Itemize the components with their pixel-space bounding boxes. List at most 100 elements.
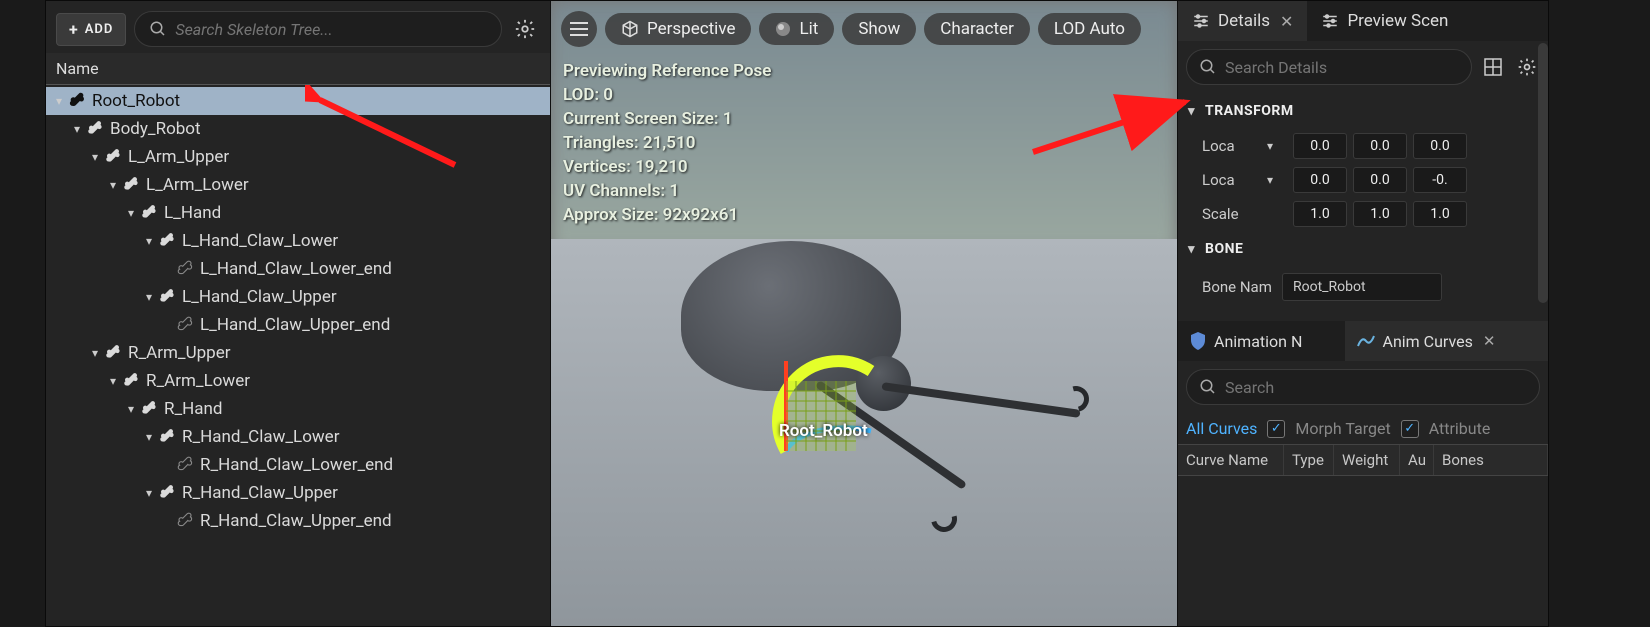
- search-icon: [1199, 378, 1217, 396]
- expander-icon[interactable]: ▾: [88, 150, 102, 164]
- tab-anim-curves-label: Anim Curves: [1383, 332, 1473, 351]
- expander-icon[interactable]: ▾: [106, 178, 120, 192]
- tree-row[interactable]: ▾ L_Hand_Claw_Lower: [46, 227, 550, 255]
- chevron-down-icon[interactable]: ▾: [1267, 173, 1285, 187]
- details-scrollbar[interactable]: [1538, 43, 1548, 303]
- expander-icon[interactable]: ▾: [142, 234, 156, 248]
- tree-row[interactable]: ▾R_Arm_Upper: [46, 339, 550, 367]
- details-search-field[interactable]: [1225, 58, 1459, 77]
- expander-icon[interactable]: ▾: [142, 430, 156, 444]
- tree-row[interactable]: ▾L_Hand_Claw_Upper: [46, 283, 550, 311]
- show-label: Show: [858, 19, 900, 39]
- tree-row[interactable]: ▾Root_Robot: [46, 87, 550, 115]
- bone-tree[interactable]: ▾Root_Robot▾Body_Robot▾L_Arm_Upper▾L_Arm…: [46, 85, 550, 626]
- expander-icon[interactable]: ▾: [70, 122, 84, 136]
- col-weight[interactable]: Weight: [1334, 445, 1400, 475]
- scale-x-field[interactable]: [1293, 201, 1347, 227]
- rotation-row: Loca ▾: [1178, 163, 1548, 197]
- sphere-icon: [775, 21, 791, 37]
- expander-icon[interactable]: ▾: [88, 346, 102, 360]
- tree-row[interactable]: ▾ R_Hand: [46, 395, 550, 423]
- attribute-label: Attribute: [1429, 419, 1491, 438]
- attribute-checkbox[interactable]: ✓: [1401, 420, 1419, 438]
- stat-line: UV Channels: 1: [563, 179, 771, 203]
- tree-row-label: L_Hand_Claw_Lower: [182, 231, 338, 251]
- skeleton-search-field[interactable]: [175, 20, 487, 39]
- character-dropdown[interactable]: Character: [924, 13, 1030, 45]
- close-icon[interactable]: ✕: [1483, 332, 1496, 350]
- tab-preview-scene[interactable]: Preview Scen: [1307, 1, 1462, 41]
- tree-row-label: R_Hand_Claw_Upper_end: [200, 511, 392, 531]
- scale-y-field[interactable]: [1353, 201, 1407, 227]
- viewport[interactable]: Root_Robot Perspective Lit Show Characte…: [551, 1, 1178, 626]
- curves-search-input[interactable]: [1186, 369, 1540, 405]
- rotation-y-field[interactable]: [1353, 167, 1407, 193]
- tree-row-label: R_Hand: [164, 399, 223, 419]
- add-button[interactable]: + ADD: [56, 13, 126, 46]
- expander-icon[interactable]: ▾: [142, 290, 156, 304]
- tree-row[interactable]: L_Hand_Claw_Upper_end: [46, 311, 550, 339]
- viewport-menu-button[interactable]: [561, 11, 597, 47]
- transform-section-header[interactable]: ▾ TRANSFORM: [1178, 93, 1548, 129]
- tree-row-label: R_Arm_Lower: [146, 371, 250, 391]
- tree-row[interactable]: ▾L_Arm_Lower: [46, 171, 550, 199]
- tree-row[interactable]: L_Hand_Claw_Lower_end: [46, 255, 550, 283]
- chevron-down-icon[interactable]: ▾: [1267, 139, 1285, 153]
- expander-icon[interactable]: ▾: [106, 374, 120, 388]
- viewport-stats: Previewing Reference Pose LOD: 0 Current…: [563, 59, 771, 227]
- tab-anim-curves[interactable]: Anim Curves ✕: [1345, 321, 1549, 361]
- details-panel: Details ✕ Preview Scen ▾ TRANSFORM: [1178, 1, 1548, 626]
- skeleton-settings-button[interactable]: [510, 14, 540, 44]
- perspective-dropdown[interactable]: Perspective: [605, 13, 751, 45]
- expander-icon[interactable]: ▾: [124, 402, 138, 416]
- perspective-label: Perspective: [647, 19, 735, 39]
- rotation-x-field[interactable]: [1293, 167, 1347, 193]
- col-bones[interactable]: Bones: [1434, 445, 1548, 475]
- scale-z-field[interactable]: [1413, 201, 1467, 227]
- gear-icon: [514, 18, 536, 40]
- details-search-input[interactable]: [1186, 49, 1472, 85]
- stat-line: Vertices: 19,210: [563, 155, 771, 179]
- col-curve-name[interactable]: Curve Name: [1178, 445, 1284, 475]
- skeleton-search-input[interactable]: [134, 11, 502, 47]
- rotation-z-field[interactable]: [1413, 167, 1467, 193]
- tree-column-header[interactable]: Name: [46, 53, 550, 85]
- location-y-field[interactable]: [1353, 133, 1407, 159]
- col-type[interactable]: Type: [1284, 445, 1334, 475]
- morph-target-checkbox[interactable]: ✓: [1267, 420, 1285, 438]
- show-dropdown[interactable]: Show: [842, 13, 916, 45]
- lod-dropdown[interactable]: LOD Auto: [1038, 13, 1141, 45]
- tab-details[interactable]: Details ✕: [1178, 1, 1307, 41]
- tree-row[interactable]: R_Hand_Claw_Upper_end: [46, 507, 550, 535]
- tree-row-label: R_Hand_Claw_Lower_end: [200, 455, 393, 475]
- all-curves-filter[interactable]: All Curves: [1186, 419, 1257, 438]
- property-matrix-button[interactable]: [1480, 54, 1506, 80]
- close-icon[interactable]: ✕: [1280, 12, 1293, 31]
- tree-row-label: Body_Robot: [110, 119, 201, 139]
- tree-row-label: R_Hand_Claw_Lower: [182, 427, 339, 447]
- location-z-field[interactable]: [1413, 133, 1467, 159]
- col-auto[interactable]: Au: [1400, 445, 1434, 475]
- bone-name-field[interactable]: [1282, 273, 1442, 301]
- tab-animation-notifies[interactable]: Animation N: [1178, 321, 1345, 361]
- curves-table-header: Curve Name Type Weight Au Bones: [1178, 444, 1548, 476]
- tab-details-label: Details: [1218, 11, 1270, 31]
- bone-section-header[interactable]: ▾ BONE: [1178, 231, 1548, 267]
- morph-target-label: Morph Target: [1295, 419, 1390, 438]
- hamburger-icon: [570, 22, 588, 36]
- lit-dropdown[interactable]: Lit: [759, 13, 834, 45]
- tree-row[interactable]: ▾L_Arm_Upper: [46, 143, 550, 171]
- viewport-toolbar: Perspective Lit Show Character LOD Auto: [561, 11, 1167, 47]
- tree-row[interactable]: ▾ R_Hand_Claw_Lower: [46, 423, 550, 451]
- location-x-field[interactable]: [1293, 133, 1347, 159]
- expander-icon[interactable]: ▾: [124, 206, 138, 220]
- tree-row[interactable]: ▾ R_Arm_Lower: [46, 367, 550, 395]
- details-settings-button[interactable]: [1514, 54, 1540, 80]
- tree-row[interactable]: ▾ Body_Robot: [46, 115, 550, 143]
- expander-icon[interactable]: ▾: [142, 486, 156, 500]
- tree-row[interactable]: R_Hand_Claw_Lower_end: [46, 451, 550, 479]
- tree-row[interactable]: ▾R_Hand_Claw_Upper: [46, 479, 550, 507]
- curves-search-field[interactable]: [1225, 378, 1527, 397]
- expander-icon[interactable]: ▾: [52, 94, 66, 108]
- tree-row[interactable]: ▾L_Hand: [46, 199, 550, 227]
